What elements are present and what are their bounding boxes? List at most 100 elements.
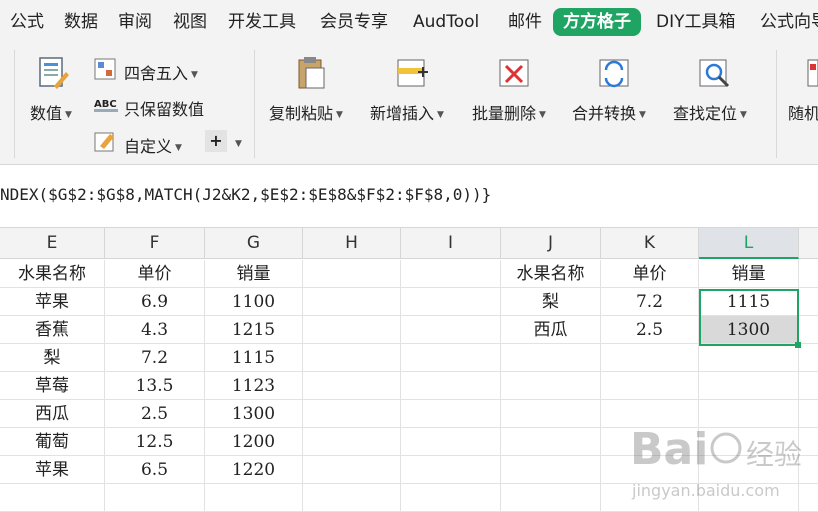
cell-j7[interactable]: [501, 428, 601, 456]
column-header-j[interactable]: J: [501, 228, 601, 259]
column-header-l[interactable]: L: [699, 228, 799, 259]
cell-f5[interactable]: 13.5: [105, 372, 205, 400]
chevron-down-icon: ▼: [740, 109, 747, 120]
cell-h2[interactable]: [303, 288, 401, 316]
cell-h7[interactable]: [303, 428, 401, 456]
cell-j5[interactable]: [501, 372, 601, 400]
tab-diy[interactable]: DIY工具箱: [656, 8, 736, 36]
cell-i7[interactable]: [401, 428, 501, 456]
cell-i8[interactable]: [401, 456, 501, 484]
cell-g9[interactable]: [205, 484, 303, 512]
cell-h9[interactable]: [303, 484, 401, 512]
cell-j9[interactable]: [501, 484, 601, 512]
cell-g7[interactable]: 1200: [205, 428, 303, 456]
cell-f1[interactable]: 单价: [105, 260, 205, 288]
cell-g3[interactable]: 1215: [205, 316, 303, 344]
cell-e9[interactable]: [0, 484, 105, 512]
plus-dropdown[interactable]: ▼: [232, 133, 242, 152]
cell-e3[interactable]: 香蕉: [0, 316, 105, 344]
cell-g2[interactable]: 1100: [205, 288, 303, 316]
column-header-e[interactable]: E: [0, 228, 105, 259]
cell-i1[interactable]: [401, 260, 501, 288]
column-header-h[interactable]: H: [303, 228, 401, 259]
find-button[interactable]: 查找定位 ▼: [673, 100, 747, 124]
batch-delete-button[interactable]: 批量删除 ▼: [472, 100, 546, 124]
cell-h4[interactable]: [303, 344, 401, 372]
cell-l4[interactable]: [699, 344, 799, 372]
plus-button[interactable]: +: [205, 130, 227, 152]
cell-k3[interactable]: 2.5: [601, 316, 699, 344]
formula-bar[interactable]: NDEX($G$2:$G$8,MATCH(J2&K2,$E$2:$E$8&$F$…: [0, 165, 818, 228]
cell-f6[interactable]: 2.5: [105, 400, 205, 428]
cell-e1[interactable]: 水果名称: [0, 260, 105, 288]
cell-h8[interactable]: [303, 456, 401, 484]
cell-h1[interactable]: [303, 260, 401, 288]
tab-fangfang[interactable]: 方方格子: [553, 8, 641, 36]
ribbon-divider: [254, 50, 255, 158]
cell-f7[interactable]: 12.5: [105, 428, 205, 456]
column-header-k[interactable]: K: [601, 228, 699, 259]
copy-paste-button[interactable]: 复制粘贴 ▼: [269, 100, 343, 124]
column-header-i[interactable]: I: [401, 228, 501, 259]
cell-i4[interactable]: [401, 344, 501, 372]
cell-e7[interactable]: 葡萄: [0, 428, 105, 456]
cell-e8[interactable]: 苹果: [0, 456, 105, 484]
random-button[interactable]: 随机: [788, 100, 818, 124]
round-button[interactable]: 四舍五入 ▼: [124, 60, 198, 84]
cell-j6[interactable]: [501, 400, 601, 428]
cell-g4[interactable]: 1115: [205, 344, 303, 372]
cell-j1[interactable]: 水果名称: [501, 260, 601, 288]
cell-i5[interactable]: [401, 372, 501, 400]
fill-handle[interactable]: [795, 342, 801, 348]
cell-l1[interactable]: 销量: [699, 260, 799, 288]
cell-g5[interactable]: 1123: [205, 372, 303, 400]
numeric-button[interactable]: 数值 ▼: [30, 100, 72, 124]
cell-e6[interactable]: 西瓜: [0, 400, 105, 428]
tab-data[interactable]: 数据: [64, 8, 98, 36]
keep-value-button[interactable]: 只保留数值: [124, 96, 204, 120]
cell-f4[interactable]: 7.2: [105, 344, 205, 372]
cell-e4[interactable]: 梨: [0, 344, 105, 372]
custom-button[interactable]: 自定义 ▼: [124, 133, 182, 157]
cell-i2[interactable]: [401, 288, 501, 316]
tab-member[interactable]: 会员专享: [320, 8, 388, 36]
column-header-f[interactable]: F: [105, 228, 205, 259]
cell-g8[interactable]: 1220: [205, 456, 303, 484]
cell-g6[interactable]: 1300: [205, 400, 303, 428]
cell-g1[interactable]: 销量: [205, 260, 303, 288]
cell-f8[interactable]: 6.5: [105, 456, 205, 484]
cell-i6[interactable]: [401, 400, 501, 428]
chevron-down-icon: ▼: [191, 69, 198, 80]
cell-j3[interactable]: 西瓜: [501, 316, 601, 344]
cell-k1[interactable]: 单价: [601, 260, 699, 288]
cell-f3[interactable]: 4.3: [105, 316, 205, 344]
cell-k2[interactable]: 7.2: [601, 288, 699, 316]
tab-review[interactable]: 审阅: [118, 8, 152, 36]
formula-text[interactable]: NDEX($G$2:$G$8,MATCH(J2&K2,$E$2:$E$8&$F$…: [0, 185, 491, 204]
cell-h3[interactable]: [303, 316, 401, 344]
cell-j4[interactable]: [501, 344, 601, 372]
tab-view[interactable]: 视图: [173, 8, 207, 36]
tab-formula-wizard[interactable]: 公式向导: [760, 8, 818, 36]
cell-f9[interactable]: [105, 484, 205, 512]
tab-formula[interactable]: 公式: [10, 8, 44, 36]
cell-h5[interactable]: [303, 372, 401, 400]
cell-k5[interactable]: [601, 372, 699, 400]
cell-l5[interactable]: [699, 372, 799, 400]
tab-audtool[interactable]: AudTool: [413, 8, 479, 36]
tab-mail[interactable]: 邮件: [508, 8, 542, 36]
cell-j8[interactable]: [501, 456, 601, 484]
cell-e2[interactable]: 苹果: [0, 288, 105, 316]
column-header-g[interactable]: G: [205, 228, 303, 259]
insert-button[interactable]: 新增插入 ▼: [370, 100, 444, 124]
cell-h6[interactable]: [303, 400, 401, 428]
cell-k4[interactable]: [601, 344, 699, 372]
tab-developer[interactable]: 开发工具: [228, 8, 296, 36]
cell-f2[interactable]: 6.9: [105, 288, 205, 316]
cell-i9[interactable]: [401, 484, 501, 512]
cell-e5[interactable]: 草莓: [0, 372, 105, 400]
cell-j2[interactable]: 梨: [501, 288, 601, 316]
cell-i3[interactable]: [401, 316, 501, 344]
merge-button[interactable]: 合并转换 ▼: [572, 100, 646, 124]
paw-icon: [710, 432, 742, 464]
